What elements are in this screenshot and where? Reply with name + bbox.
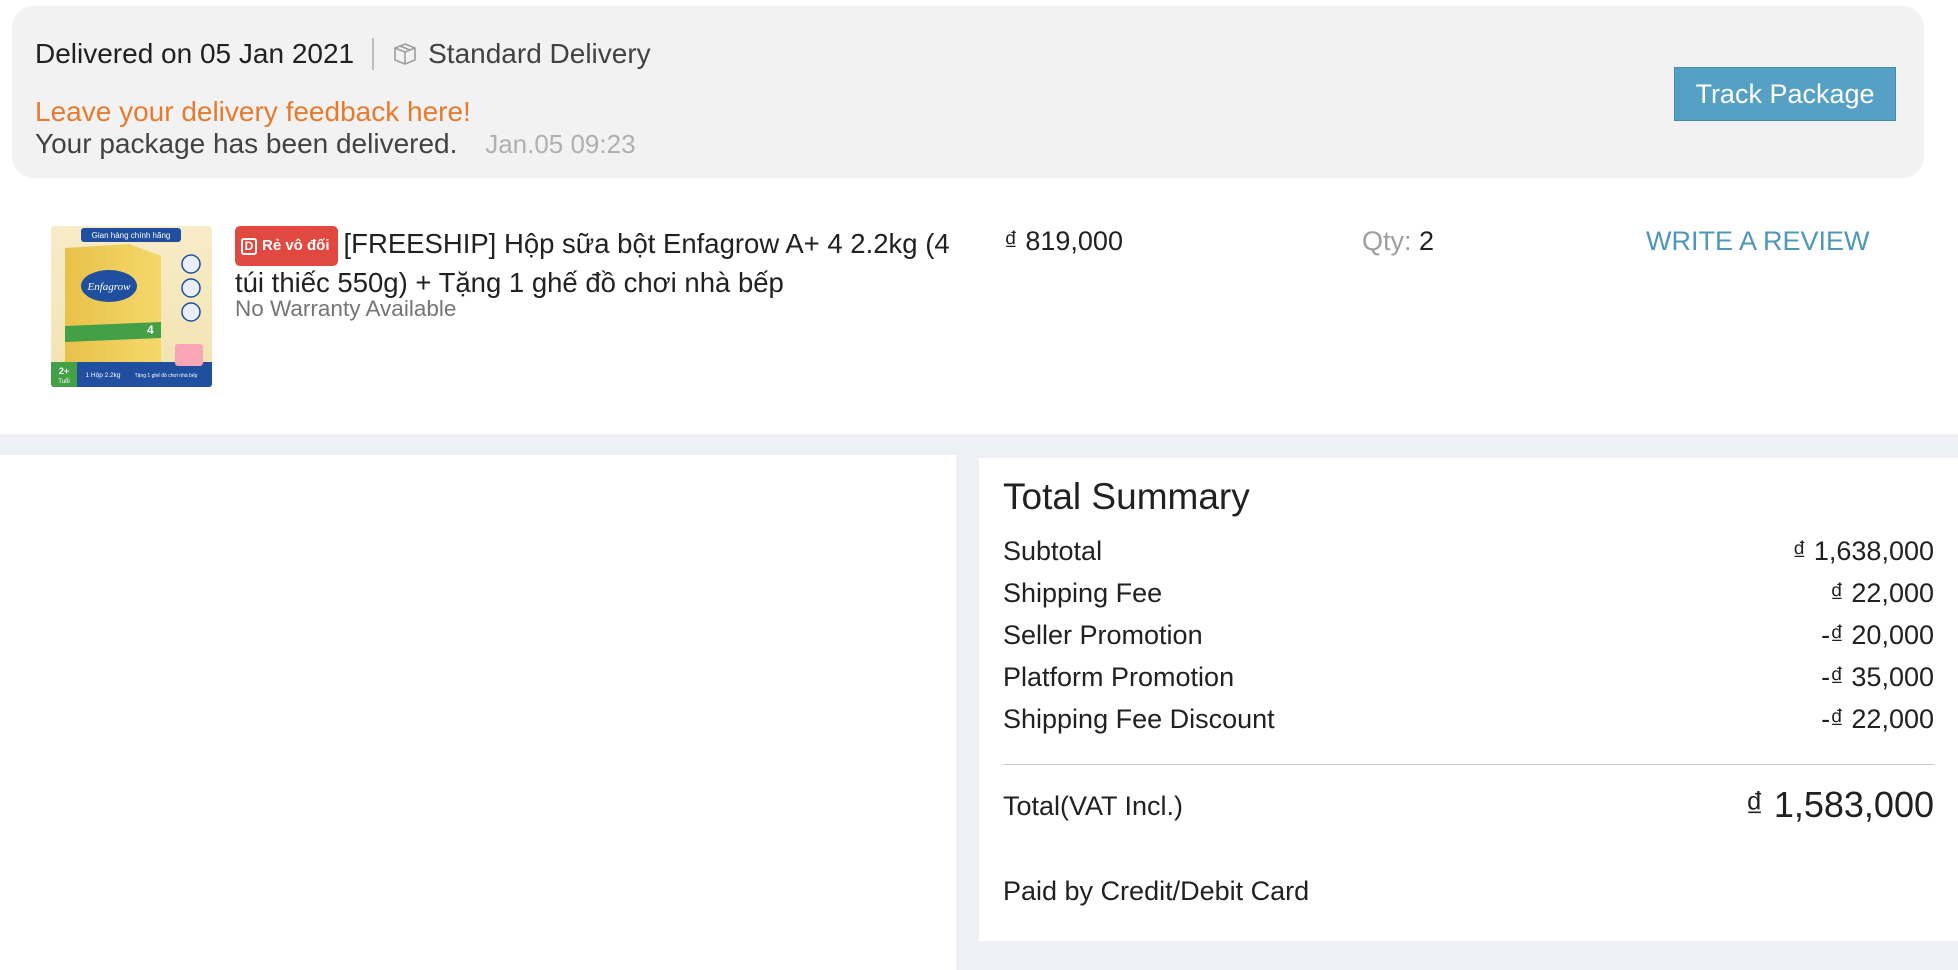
badge-d-icon: D	[241, 238, 257, 255]
delivery-type: Standard Delivery	[428, 38, 651, 69]
truck-icon	[392, 40, 420, 68]
summary-value: -₫ 20,000	[1821, 620, 1934, 650]
product-price: ₫ 819,000	[1004, 226, 1123, 256]
product-title-text: [FREESHIP] Hộp sữa bột Enfagrow A+ 4 2.2…	[235, 228, 950, 298]
brand-text: Enfagrow	[87, 281, 132, 293]
package-section: Delivered on 05 Jan 2021 Standard Delive…	[0, 0, 1958, 434]
summary-label: Seller Promotion	[1003, 620, 1203, 650]
track-package-button[interactable]: Track Package	[1674, 67, 1896, 121]
product-quantity: Qty: 2	[1362, 226, 1434, 257]
summary-value: -₫ 35,000	[1821, 662, 1934, 692]
summary-value: ₫ 1,638,000	[1792, 536, 1934, 566]
summary-label: Subtotal	[1003, 536, 1103, 566]
total-summary-card: Total Summary Subtotal ₫ 1,638,000 Shipp…	[979, 458, 1958, 941]
order-detail-page: Delivered on 05 Jan 2021 Standard Delive…	[0, 0, 1958, 970]
qty-value: 2	[1419, 226, 1435, 256]
summary-row-subtotal: Subtotal ₫ 1,638,000	[1003, 536, 1934, 567]
summary-label: Platform Promotion	[1003, 662, 1235, 692]
warranty-info: No Warranty Available	[235, 296, 457, 321]
summary-row-shipping-discount: Shipping Fee Discount -₫ 22,000	[1003, 704, 1934, 735]
product-title[interactable]: D Rẻ vô đối [FREESHIP] Hộp sữa bột Enfagro…	[235, 226, 960, 300]
delivery-status-card: Delivered on 05 Jan 2021 Standard Delive…	[12, 6, 1924, 178]
summary-title: Total Summary	[1003, 476, 1250, 517]
summary-label: Shipping Fee	[1003, 578, 1163, 608]
weight-label-text: 1 Hộp 2.2kg	[85, 372, 120, 379]
summary-value: -₫ 22,000	[1821, 704, 1934, 734]
product-image[interactable]: Gian hàng chính hãng Enfagrow 4 2+ Tuổi …	[51, 226, 212, 387]
payment-method: Paid by Credit/Debit Card	[1003, 876, 1310, 906]
age-text: 2+	[59, 366, 69, 376]
status-timestamp: Jan.05 09:23	[485, 129, 636, 159]
store-banner-text: Gian hàng chính hãng	[92, 231, 171, 240]
summary-row-shipping-fee: Shipping Fee ₫ 22,000	[1003, 578, 1934, 609]
summary-label: Shipping Fee Discount	[1003, 704, 1275, 734]
gift-label-text: Tặng 1 ghế đồ chơi nhà bếp	[135, 373, 198, 379]
delivery-feedback-link[interactable]: Leave your delivery feedback here!	[35, 96, 471, 128]
stage-text: 4	[147, 323, 154, 337]
summary-row-platform-promotion: Platform Promotion -₫ 35,000	[1003, 662, 1934, 693]
promo-badge: D Rẻ vô đối	[235, 226, 338, 266]
write-review-link[interactable]: WRITE A REVIEW	[1646, 226, 1870, 257]
age-unit-text: Tuổi	[58, 378, 69, 385]
delivery-status-message: Your package has been delivered. Jan.05 …	[35, 128, 636, 160]
summary-divider	[1003, 764, 1934, 765]
divider	[372, 38, 375, 70]
qty-label: Qty:	[1362, 226, 1412, 256]
total-value: ₫ 1,583,000	[1745, 784, 1934, 825]
summary-row-seller-promotion: Seller Promotion -₫ 20,000	[1003, 620, 1934, 651]
total-label: Total(VAT Incl.)	[1003, 791, 1184, 821]
status-message-text: Your package has been delivered.	[35, 128, 458, 159]
left-panel	[0, 455, 956, 970]
badge-label: Rẻ vô đối	[262, 237, 330, 254]
delivery-status-line: Delivered on 05 Jan 2021 Standard Delive…	[35, 36, 651, 72]
delivered-date: Delivered on 05 Jan 2021	[35, 38, 355, 69]
summary-value: ₫ 22,000	[1830, 578, 1934, 608]
